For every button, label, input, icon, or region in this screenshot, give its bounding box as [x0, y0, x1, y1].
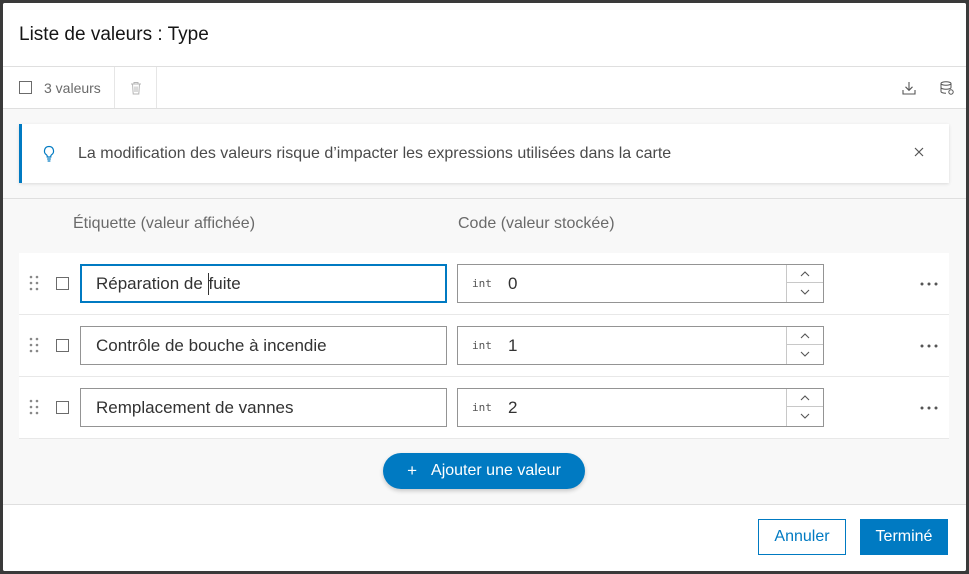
chevron-up-icon: [800, 270, 810, 276]
select-all-group: 3 valeurs: [3, 67, 115, 108]
chevron-up-icon: [800, 332, 810, 338]
drag-handle-icon[interactable]: [29, 337, 39, 353]
cancel-button[interactable]: Annuler: [758, 519, 846, 555]
drag-handle-icon[interactable]: [29, 399, 39, 415]
code-input[interactable]: int 1: [457, 326, 824, 365]
dialog-footer: Annuler Terminé: [3, 504, 966, 571]
chevron-down-icon: [800, 413, 810, 419]
increment-button[interactable]: [787, 265, 823, 283]
download-button[interactable]: [890, 67, 928, 108]
label-input[interactable]: Contrôle de bouche à incendie: [80, 326, 447, 365]
lightbulb-icon: [43, 145, 55, 162]
type-prefix: int: [472, 401, 492, 414]
decrement-button[interactable]: [787, 283, 823, 301]
value-rows: Réparation de fuite int 0 Contrôle de bo…: [19, 253, 949, 439]
trash-icon: [130, 81, 141, 94]
value-list-dialog: Liste de valeurs : Type 3 valeurs La mod…: [3, 3, 966, 571]
ellipsis-icon: [920, 282, 938, 286]
download-icon: [902, 81, 916, 95]
code-value: 0: [508, 274, 518, 293]
dialog-title: Liste de valeurs : Type: [19, 23, 209, 45]
notice-message: La modification des valeurs risque d’imp…: [78, 144, 672, 162]
increment-button[interactable]: [787, 327, 823, 345]
delete-button[interactable]: [115, 67, 157, 108]
row-more-button[interactable]: [919, 336, 939, 356]
code-value: 2: [508, 398, 518, 417]
code-column-header: Code (valeur stockée): [458, 215, 615, 232]
row-checkbox[interactable]: [56, 339, 69, 352]
number-stepper: [786, 327, 823, 364]
row-more-button[interactable]: [919, 274, 939, 294]
chevron-down-icon: [800, 351, 810, 357]
ellipsis-icon: [920, 344, 938, 348]
add-value-label: Ajouter une valeur: [431, 462, 561, 479]
label-input[interactable]: Réparation de fuite: [80, 264, 447, 303]
value-row: Contrôle de bouche à incendie int 1: [19, 315, 949, 377]
decrement-button[interactable]: [787, 345, 823, 363]
row-more-button[interactable]: [919, 398, 939, 418]
section-divider: [3, 198, 966, 199]
number-stepper: [786, 389, 823, 426]
chevron-down-icon: [800, 289, 810, 295]
ellipsis-icon: [920, 406, 938, 410]
row-checkbox[interactable]: [56, 401, 69, 414]
chevron-up-icon: [800, 394, 810, 400]
select-all-checkbox[interactable]: [19, 81, 32, 94]
label-input[interactable]: Remplacement de vannes: [80, 388, 447, 427]
type-prefix: int: [472, 339, 492, 352]
toolbar: 3 valeurs: [3, 67, 966, 109]
drag-handle-icon[interactable]: [29, 275, 39, 291]
dialog-header: Liste de valeurs : Type: [3, 3, 966, 67]
value-row: Réparation de fuite int 0: [19, 253, 949, 315]
label-text-after-caret: fuite: [208, 274, 241, 293]
import-button[interactable]: [928, 67, 966, 108]
number-stepper: [786, 265, 823, 302]
code-input[interactable]: int 0: [457, 264, 824, 303]
info-notice: La modification des valeurs risque d’imp…: [19, 124, 949, 183]
plus-icon: +: [407, 461, 418, 480]
decrement-button[interactable]: [787, 407, 823, 425]
code-value: 1: [508, 336, 518, 355]
label-column-header: Étiquette (valeur affichée): [73, 215, 256, 232]
notice-close-button[interactable]: [911, 144, 927, 160]
done-button[interactable]: Terminé: [860, 519, 948, 555]
type-prefix: int: [472, 277, 492, 290]
value-count: 3 valeurs: [44, 79, 101, 96]
label-text-before-caret: Réparation de: [96, 274, 208, 293]
add-value-button[interactable]: + Ajouter une valeur: [383, 453, 585, 489]
value-row: Remplacement de vannes int 2: [19, 377, 949, 439]
increment-button[interactable]: [787, 389, 823, 407]
close-icon: [914, 147, 924, 157]
row-checkbox[interactable]: [56, 277, 69, 290]
code-input[interactable]: int 2: [457, 388, 824, 427]
database-icon: [940, 80, 954, 95]
